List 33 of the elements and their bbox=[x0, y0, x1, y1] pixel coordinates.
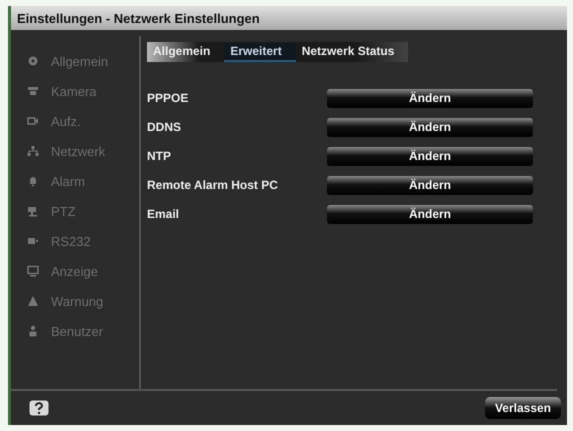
sidebar-item[interactable]: RS232 bbox=[11, 226, 139, 256]
change-button[interactable]: Ändern bbox=[327, 146, 533, 166]
tab[interactable]: Netzwerk Status bbox=[296, 42, 408, 62]
record-icon bbox=[27, 115, 39, 127]
window-title: Einstellungen - Netzwerk Einstellungen bbox=[17, 10, 260, 26]
setting-label: Remote Alarm Host PC bbox=[147, 178, 279, 192]
setting-label: DDNS bbox=[147, 120, 182, 134]
bell-icon bbox=[27, 175, 39, 187]
sidebar-item[interactable]: Benutzer bbox=[11, 316, 139, 346]
sidebar-item[interactable]: Netzwerk bbox=[11, 136, 139, 166]
change-button[interactable]: Ändern bbox=[327, 176, 533, 194]
setting-label: NTP bbox=[147, 149, 172, 163]
exit-button[interactable]: Verlassen bbox=[484, 397, 561, 419]
setting-label: PPPOE bbox=[147, 91, 190, 105]
change-button[interactable]: Ändern bbox=[327, 118, 533, 136]
change-button[interactable]: Ändern bbox=[327, 88, 533, 108]
sidebar-item[interactable]: Aufz. bbox=[11, 106, 139, 136]
setting-label: Email bbox=[147, 207, 180, 221]
sidebar-item[interactable]: Anzeige bbox=[11, 256, 139, 286]
help-icon[interactable] bbox=[29, 400, 49, 416]
tab[interactable]: Allgemein bbox=[147, 42, 224, 62]
sidebar-item[interactable]: Warnung bbox=[11, 286, 139, 316]
change-button[interactable]: Ändern bbox=[327, 204, 533, 224]
user-icon bbox=[27, 325, 39, 337]
sidebar-item[interactable]: Alarm bbox=[11, 166, 139, 196]
sidebar-item[interactable]: PTZ bbox=[11, 196, 139, 226]
tab[interactable]: Erweitert bbox=[224, 42, 296, 62]
sidebar-item[interactable]: Allgemein bbox=[11, 46, 139, 76]
gear-icon bbox=[27, 55, 39, 67]
warning-icon bbox=[27, 295, 39, 307]
network-icon bbox=[27, 145, 39, 157]
sidebar-item[interactable]: Kamera bbox=[11, 76, 139, 106]
monitor-icon bbox=[27, 265, 39, 277]
